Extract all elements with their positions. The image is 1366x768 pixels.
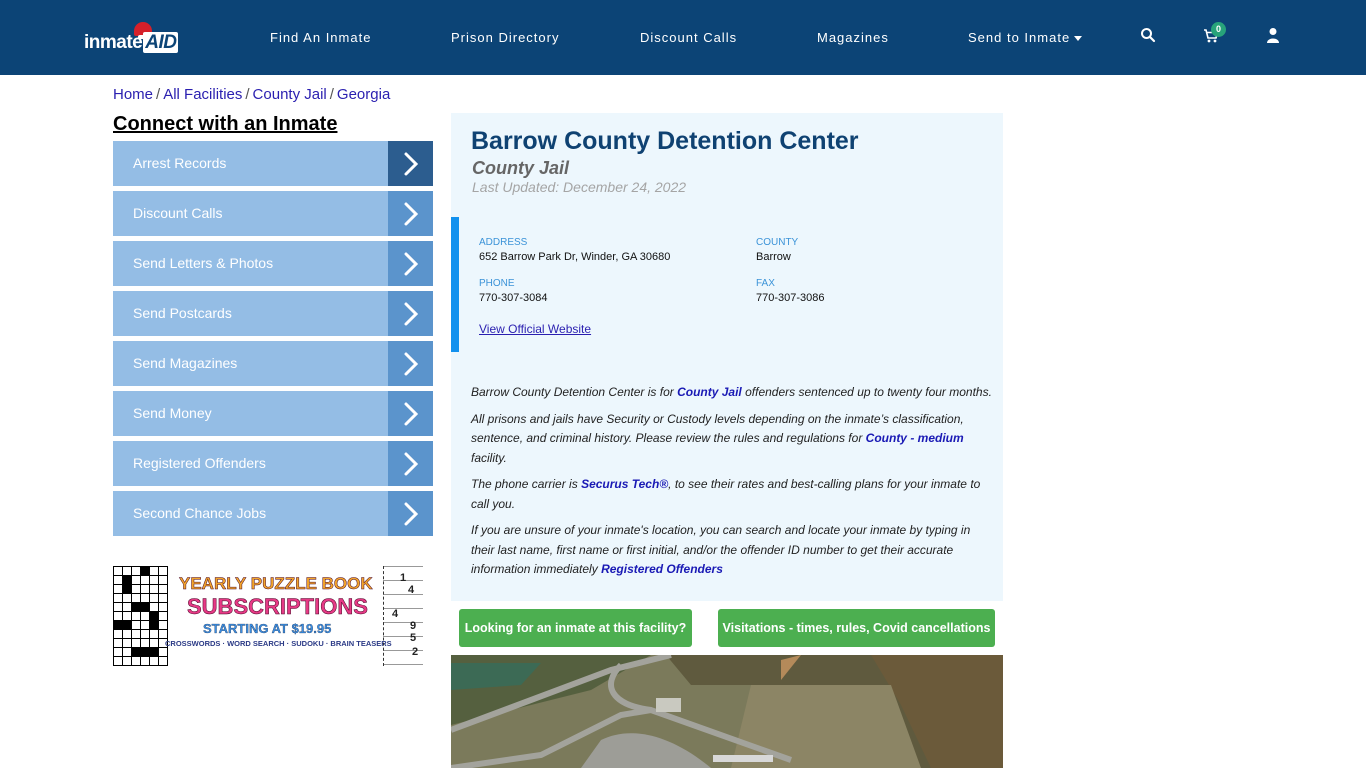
sidebar-item-label: Send Money — [133, 405, 212, 421]
puzzle-book-ad-banner[interactable]: YEARLY PUZZLE BOOK SUBSCRIPTIONS STARTIN… — [113, 566, 423, 666]
chevron-right-icon — [388, 491, 433, 536]
sidebar-item-label: Discount Calls — [133, 205, 223, 221]
top-navbar: inmate AID Find An Inmate Prison Director… — [0, 0, 1366, 75]
chevron-right-icon — [388, 241, 433, 286]
fax-label: FAX — [756, 278, 775, 289]
county-jail-link[interactable]: County Jail — [677, 385, 742, 399]
chevron-right-icon — [388, 191, 433, 236]
facility-aerial-photo — [451, 655, 1003, 768]
search-icon[interactable] — [1140, 27, 1158, 45]
breadcrumb-county-jail[interactable]: County Jail — [253, 86, 327, 103]
phone-value: 770-307-3084 — [479, 292, 548, 304]
nav-send-to-inmate-dropdown[interactable]: Send to Inmate — [968, 30, 1083, 45]
crossword-grid-graphic — [113, 566, 168, 666]
sudoku-digit: 1 — [400, 572, 407, 584]
connect-with-inmate-heading: Connect with an Inmate — [113, 113, 338, 135]
description-text: offenders sentenced up to twenty four mo… — [741, 385, 992, 399]
description-text: facility. — [471, 450, 507, 465]
nav-label: Send to Inmate — [968, 30, 1071, 45]
ad-subheadline: SUBSCRIPTIONS — [187, 594, 368, 620]
find-inmate-at-facility-button[interactable]: Looking for an inmate at this facility? — [459, 609, 692, 647]
chevron-right-icon — [388, 141, 433, 186]
phone-label: PHONE — [479, 278, 515, 289]
county-label: COUNTY — [756, 237, 799, 248]
sidebar-menu: Arrest Records Discount Calls Send Lette… — [113, 141, 433, 541]
sidebar-item-send-magazines[interactable]: Send Magazines — [113, 341, 433, 386]
sidebar-item-arrest-records[interactable]: Arrest Records — [113, 141, 433, 186]
fax-value: 770-307-3086 — [756, 292, 825, 304]
view-official-website-link[interactable]: View Official Website — [479, 322, 591, 336]
registered-offenders-link[interactable]: Registered Offenders — [601, 562, 723, 576]
chevron-right-icon — [388, 441, 433, 486]
sidebar-item-send-letters-photos[interactable]: Send Letters & Photos — [113, 241, 433, 286]
sidebar-item-second-chance-jobs[interactable]: Second Chance Jobs — [113, 491, 433, 536]
county-value: Barrow — [756, 251, 791, 263]
sudoku-grid-graphic: 1 4 4 9 5 2 — [383, 566, 423, 666]
ad-price: STARTING AT $19.95 — [203, 621, 332, 636]
logo-text: inmate — [84, 32, 143, 53]
sudoku-digit: 9 — [410, 620, 417, 632]
sidebar-item-label: Send Postcards — [133, 305, 232, 321]
facility-panel: Barrow County Detention Center County Ja… — [451, 113, 1003, 601]
sidebar-item-label: Arrest Records — [133, 155, 227, 171]
description-text: Barrow County Detention Center is for — [471, 385, 678, 399]
facility-info-box: ADDRESS 652 Barrow Park Dr, Winder, GA 3… — [451, 217, 1003, 352]
facility-type: County Jail — [472, 158, 570, 178]
sidebar-item-send-postcards[interactable]: Send Postcards — [113, 291, 433, 336]
breadcrumb-separator: / — [329, 86, 334, 103]
nav-magazines[interactable]: Magazines — [817, 30, 889, 45]
aerial-photo-graphic — [451, 655, 1003, 768]
ad-headline: YEARLY PUZZLE BOOK — [179, 574, 373, 594]
breadcrumb-home[interactable]: Home — [113, 86, 153, 103]
breadcrumb: Home / All Facilities / County Jail / Georgia — [113, 86, 390, 103]
description-text: The phone carrier is — [471, 477, 582, 491]
sidebar-item-registered-offenders[interactable]: Registered Offenders — [113, 441, 433, 486]
nav-prison-directory[interactable]: Prison Directory — [451, 30, 559, 45]
breadcrumb-separator: / — [156, 86, 161, 103]
chevron-right-icon — [388, 391, 433, 436]
ad-categories: CROSSWORDS · WORD SEARCH · SUDOKU · BRAI… — [165, 639, 392, 648]
sidebar-item-label: Second Chance Jobs — [133, 505, 267, 521]
sudoku-digit: 5 — [410, 632, 417, 644]
address-value: 652 Barrow Park Dr, Winder, GA 30680 — [479, 251, 671, 263]
description-paragraph: The phone carrier is Securus Tech®, to s… — [471, 475, 996, 514]
breadcrumb-georgia[interactable]: Georgia — [337, 86, 390, 103]
sidebar-item-label: Registered Offenders — [133, 455, 266, 471]
securus-tech-link[interactable]: Securus Tech® — [581, 477, 668, 491]
nav-label: Prison Directory — [451, 30, 560, 45]
facility-name: Barrow County Detention Center — [471, 127, 859, 155]
address-label: ADDRESS — [479, 237, 528, 248]
chevron-right-icon — [388, 341, 433, 386]
sidebar-item-label: Send Magazines — [133, 355, 238, 371]
nav-label: Discount Calls — [640, 30, 738, 45]
description-paragraph: If you are unsure of your inmate's locat… — [471, 521, 996, 580]
county-medium-link[interactable]: County - medium — [866, 431, 964, 445]
description-paragraph: Barrow County Detention Center is for Co… — [471, 383, 996, 403]
nav-label: Magazines — [817, 30, 889, 45]
sudoku-digit: 4 — [408, 584, 415, 596]
visitations-button[interactable]: Visitations - times, rules, Covid cancel… — [718, 609, 995, 647]
user-icon[interactable] — [1265, 27, 1283, 45]
logo-highlight: AID — [143, 32, 179, 53]
sudoku-digit: 2 — [412, 646, 419, 658]
caret-down-icon — [1074, 36, 1083, 42]
facility-description: Barrow County Detention Center is for Co… — [471, 383, 996, 587]
sidebar-item-label: Send Letters & Photos — [133, 255, 274, 271]
nav-label: Find An Inmate — [270, 30, 372, 45]
breadcrumb-all-facilities[interactable]: All Facilities — [163, 86, 242, 103]
description-paragraph: All prisons and jails have Security or C… — [471, 410, 996, 469]
sidebar-item-send-money[interactable]: Send Money — [113, 391, 433, 436]
sidebar-item-discount-calls[interactable]: Discount Calls — [113, 191, 433, 236]
nav-discount-calls[interactable]: Discount Calls — [640, 30, 737, 45]
inmateaid-logo[interactable]: inmate AID — [84, 22, 184, 56]
sudoku-digit: 4 — [392, 608, 399, 620]
cart-count-badge: 0 — [1211, 22, 1226, 37]
chevron-right-icon — [388, 291, 433, 336]
breadcrumb-separator: / — [245, 86, 250, 103]
nav-find-an-inmate[interactable]: Find An Inmate — [270, 30, 371, 45]
last-updated: Last Updated: December 24, 2022 — [472, 179, 687, 195]
